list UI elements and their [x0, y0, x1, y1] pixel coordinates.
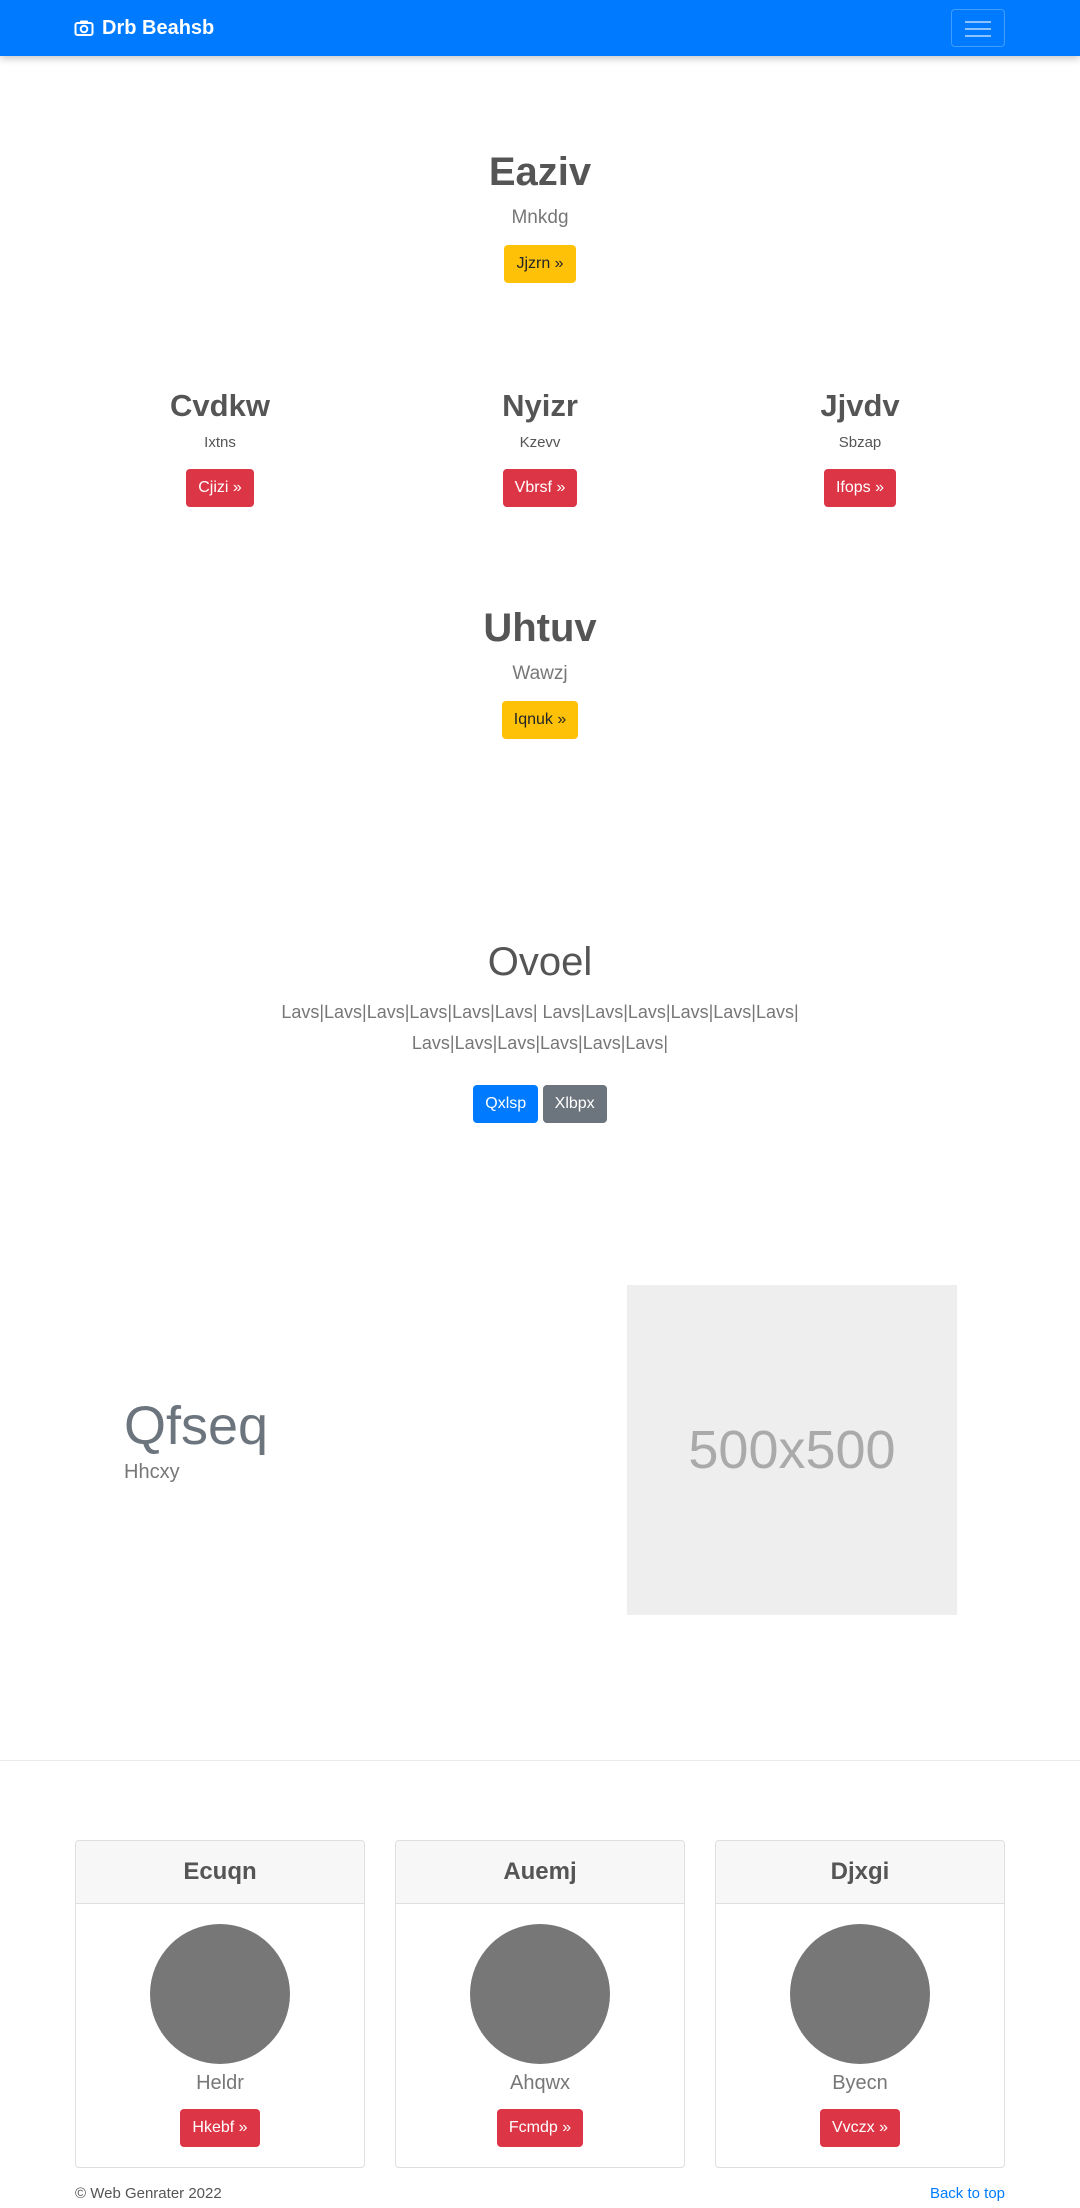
- footer-copyright: © Web Genrater 2022: [75, 2185, 222, 2202]
- card-header: Djxgi: [716, 1841, 1004, 1904]
- card-header: Ecuqn: [76, 1841, 364, 1904]
- navbar: Drb Beahsb: [0, 0, 1080, 56]
- feature-title: Qfseq: [124, 1396, 269, 1456]
- camera-icon: [74, 20, 94, 36]
- feature-text: Qfseq Hhcxy: [124, 1395, 268, 1484]
- card-name: Ahqwx: [509, 2072, 571, 2094]
- navbar-toggler-button[interactable]: [951, 9, 1005, 47]
- card-button[interactable]: Hkebf »: [180, 2109, 260, 2147]
- placeholder-image: 500x500: [627, 1285, 957, 1615]
- feature-subtitle: Hhcxy: [124, 1461, 180, 1483]
- column-title: Nyizr: [502, 388, 578, 423]
- card-name: Heldr: [196, 2072, 244, 2094]
- column-3: Jjvdv Sbzap Ifops »: [710, 388, 1010, 507]
- jumbotron-text-line-2: Lavs|Lavs|Lavs|Lavs|Lavs|Lavs|: [411, 1033, 669, 1053]
- brand-label: Drb Beahsb: [102, 16, 215, 39]
- card-1: Ecuqn Heldr Hkebf »: [75, 1840, 365, 2168]
- hero-section-2: Uhtuv Wawzj Iqnuk »: [0, 606, 1080, 739]
- column-title: Jjvdv: [820, 388, 900, 423]
- column-button[interactable]: Cjizi »: [186, 469, 254, 507]
- column-text: Sbzap: [838, 434, 882, 451]
- column-button[interactable]: Vbrsf »: [502, 469, 578, 507]
- hero-subtitle: Wawzj: [512, 663, 568, 684]
- secondary-button[interactable]: Xlbpx: [542, 1085, 607, 1123]
- avatar: [790, 1924, 930, 2064]
- hero-title: Eaziv: [488, 150, 592, 194]
- avatar: [470, 1924, 610, 2064]
- jumbotron-text-line-1: Lavs|Lavs|Lavs|Lavs|Lavs|Lavs| Lavs|Lavs…: [281, 1002, 799, 1022]
- column-button[interactable]: Ifops »: [823, 469, 897, 507]
- hero-button[interactable]: Iqnuk »: [501, 701, 579, 739]
- column-title: Cvdkw: [170, 388, 270, 423]
- hero-subtitle: Mnkdg: [511, 207, 569, 228]
- placeholder-label: 500x500: [688, 1420, 896, 1480]
- column-2: Nyizr Kzevv Vbrsf »: [390, 388, 690, 507]
- card-2: Auemj Ahqwx Fcmdp »: [395, 1840, 685, 2168]
- card-button[interactable]: Vvczx »: [819, 2109, 900, 2147]
- column-1: Cvdkw Ixtns Cjizi »: [70, 388, 370, 507]
- card-name: Byecn: [832, 2072, 888, 2094]
- jumbotron: Ovoel Lavs|Lavs|Lavs|Lavs|Lavs|Lavs| Lav…: [0, 940, 1080, 1123]
- hamburger-icon: [965, 21, 991, 23]
- hamburger-line: [965, 35, 991, 37]
- card-header: Auemj: [396, 1841, 684, 1904]
- hamburger-line: [965, 28, 991, 30]
- back-to-top-link[interactable]: Back to top: [930, 2185, 1005, 2202]
- card-button[interactable]: Fcmdp »: [496, 2109, 584, 2147]
- jumbotron-title: Ovoel: [487, 940, 593, 984]
- card-3: Djxgi Byecn Vvczx »: [715, 1840, 1005, 2168]
- column-text: Ixtns: [204, 434, 236, 451]
- hero-button[interactable]: Jjzrn »: [504, 245, 576, 283]
- hero-title: Uhtuv: [483, 606, 597, 650]
- avatar: [150, 1924, 290, 2064]
- navbar-brand[interactable]: Drb Beahsb: [74, 14, 214, 42]
- hero-section-1: Eaziv Mnkdg Jjzrn »: [0, 150, 1080, 283]
- column-text: Kzevv: [519, 434, 561, 451]
- divider: [0, 1760, 1080, 1761]
- primary-button[interactable]: Qxlsp: [473, 1085, 539, 1123]
